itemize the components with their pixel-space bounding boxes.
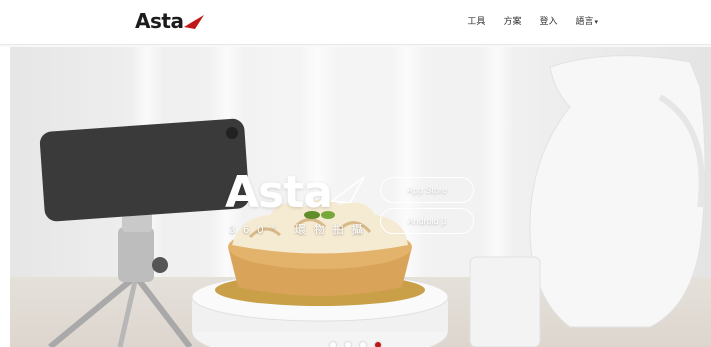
- top-navbar: Asta 工具 方案 登入 語言▾: [0, 0, 711, 45]
- nav-login[interactable]: 登入: [539, 14, 557, 27]
- logo-arrow-icon: [184, 15, 205, 29]
- paper-plane-icon: [330, 176, 365, 203]
- nav-tools[interactable]: 工具: [467, 14, 485, 27]
- asta-logo[interactable]: Asta: [135, 9, 205, 33]
- carousel-dot[interactable]: [345, 342, 351, 347]
- nav-solutions[interactable]: 方案: [503, 14, 521, 27]
- android-beta-button[interactable]: Android β: [380, 208, 474, 234]
- hero-title: Asta: [225, 167, 333, 218]
- main-nav: 工具 方案 登入 語言▾: [467, 14, 598, 27]
- carousel-dot[interactable]: [330, 342, 336, 347]
- hero-brand: Asta 360° 環物拍攝: [225, 167, 365, 236]
- carousel-dot-active[interactable]: [375, 342, 381, 347]
- nav-language-label: 語言: [575, 16, 594, 26]
- logo-wordmark: Asta: [135, 9, 184, 33]
- hero-carousel[interactable]: Asta 360° 環物拍攝 App Store Android β: [10, 47, 711, 347]
- app-store-button[interactable]: App Store: [380, 177, 474, 203]
- carousel-indicators: [330, 342, 381, 347]
- nav-language-dropdown[interactable]: 語言▾: [575, 14, 598, 27]
- carousel-dot[interactable]: [360, 342, 366, 347]
- chevron-down-icon: ▾: [594, 19, 598, 26]
- hero-tagline: 360° 環物拍攝: [229, 224, 371, 236]
